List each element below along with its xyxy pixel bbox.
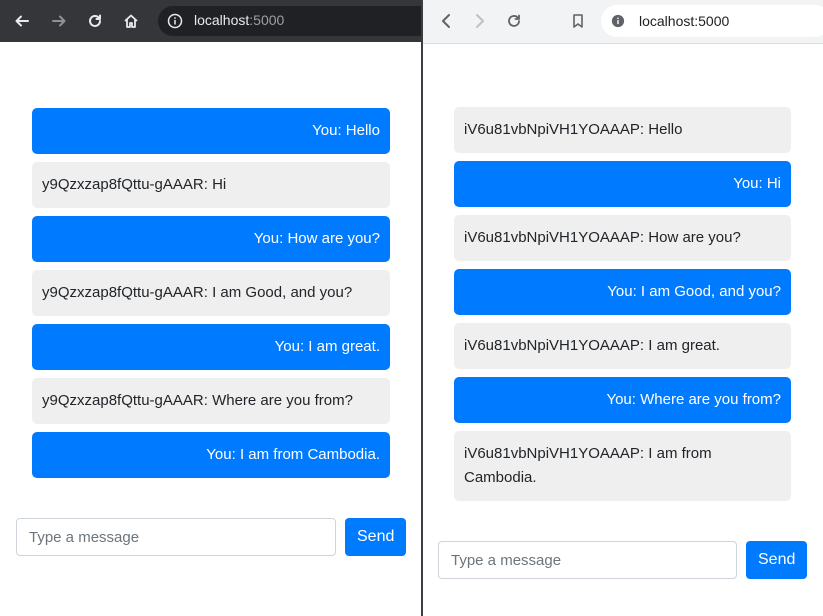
left-browser-window: localhost:5000 You: Hello y9Qzxzap8fQttu… [0, 0, 421, 616]
address-port: :5000 [249, 12, 285, 28]
chat-message-sent: You: Where are you from? [454, 377, 791, 423]
chat-message-received: iV6u81vbNpiVH1YOAAAP: Hello [454, 107, 791, 153]
site-info-icon[interactable] [609, 12, 627, 30]
address-bar[interactable]: localhost:5000 [158, 6, 421, 36]
reload-icon[interactable] [83, 9, 107, 33]
address-text: localhost:5000 [639, 13, 730, 29]
chat-message-received: iV6u81vbNpiVH1YOAAAP: I am from Cambodia… [454, 431, 791, 501]
chat-message-received: iV6u81vbNpiVH1YOAAAP: I am great. [454, 323, 791, 369]
chat-message-sent: You: How are you? [32, 216, 390, 262]
chat-message-sent: You: I am from Cambodia. [32, 432, 390, 478]
site-info-icon[interactable] [166, 12, 184, 30]
chat-message-received: y9Qzxzap8fQttu-gAAAR: Where are you from… [32, 378, 390, 424]
browser-toolbar: localhost:5000 [0, 0, 421, 42]
chat-messages: iV6u81vbNpiVH1YOAAAP: Hello You: Hi iV6u… [454, 107, 791, 501]
browser-toolbar: localhost:5000 [423, 0, 823, 44]
address-text: localhost:5000 [194, 12, 284, 28]
send-button[interactable]: Send [345, 518, 406, 556]
address-bar[interactable]: localhost:5000 [601, 5, 823, 37]
chat-message-sent: You: Hi [454, 161, 791, 207]
chat-message-received: y9Qzxzap8fQttu-gAAAR: I am Good, and you… [32, 270, 390, 316]
home-icon[interactable] [119, 9, 143, 33]
chat-message-sent: You: Hello [32, 108, 390, 154]
message-composer: Send [16, 518, 406, 556]
chat-message-received: iV6u81vbNpiVH1YOAAAP: How are you? [454, 215, 791, 261]
chat-message-received: y9Qzxzap8fQttu-gAAAR: Hi [32, 162, 390, 208]
chat-message-sent: You: I am Good, and you? [454, 269, 791, 315]
forward-icon[interactable] [469, 10, 491, 32]
forward-icon[interactable] [47, 9, 71, 33]
right-browser-window: localhost:5000 iV6u81vbNpiVH1YOAAAP: Hel… [423, 0, 823, 616]
send-button[interactable]: Send [746, 541, 807, 579]
address-host: localhost [194, 12, 250, 28]
back-icon[interactable] [435, 10, 457, 32]
chat-messages: You: Hello y9Qzxzap8fQttu-gAAAR: Hi You:… [32, 108, 390, 478]
back-icon[interactable] [10, 9, 34, 33]
reload-icon[interactable] [503, 10, 525, 32]
chat-message-sent: You: I am great. [32, 324, 390, 370]
message-composer: Send [438, 541, 807, 579]
bookmark-icon[interactable] [567, 10, 589, 32]
message-input[interactable] [438, 541, 737, 579]
message-input[interactable] [16, 518, 336, 556]
